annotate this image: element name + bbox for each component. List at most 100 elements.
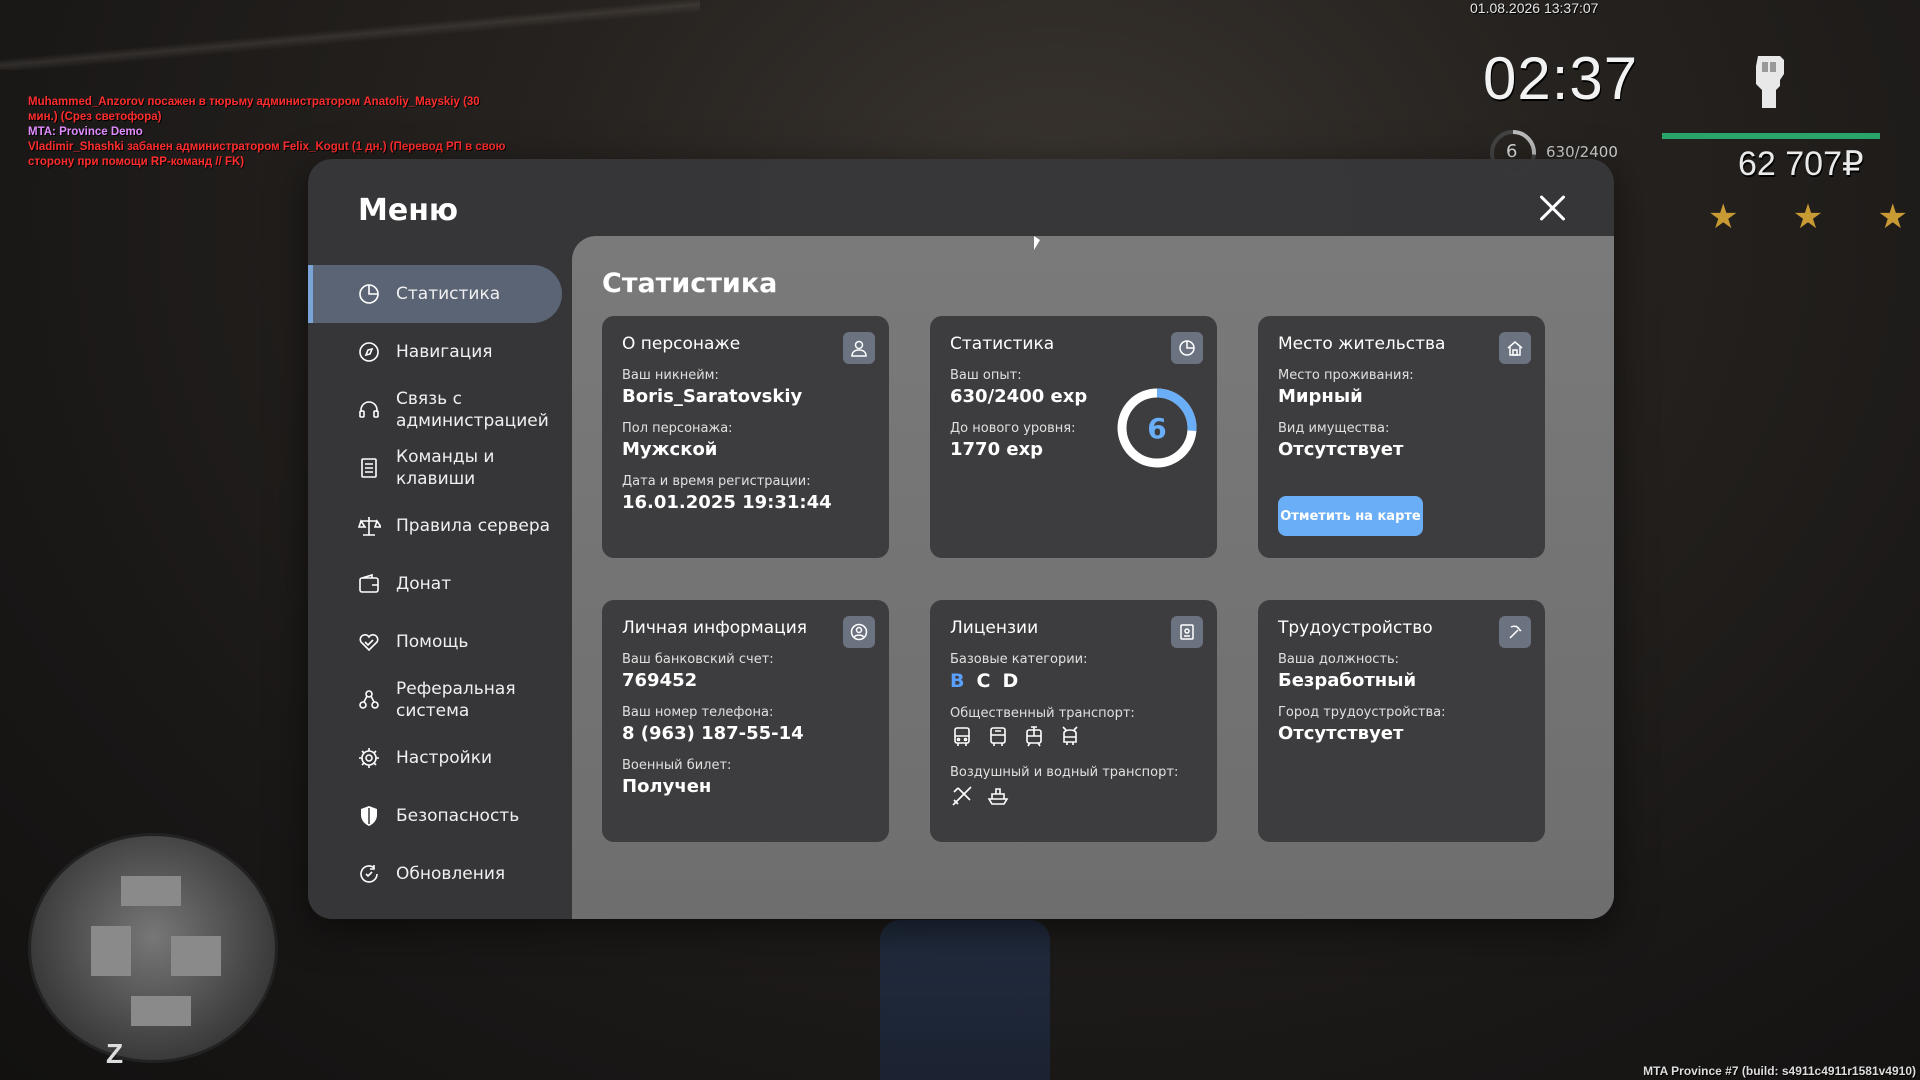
star-icon: ★ [1708,197,1739,237]
sidebar-item-contact-admin[interactable]: Связь с администрацией [308,381,568,439]
sidebar-item-commands[interactable]: Команды и клавиши [308,439,568,497]
sidebar-item-label: Навигация [396,342,493,362]
card-licenses: Лицензии Базовые категории: B C D Общест… [930,600,1217,842]
list-icon [356,455,382,481]
compass-icon [356,339,382,365]
category-d: D [1002,670,1019,692]
city-value: Отсутствует [1278,723,1404,744]
chat-line: Muhammed_Anzorov посажен в тюрьму админи… [28,96,480,123]
card-title: О персонаже [622,334,741,354]
card-title: Лицензии [950,618,1039,638]
position-label: Ваша должность: [1278,652,1400,667]
menu-title: Меню [358,193,459,228]
star-icon: ★ [1792,197,1824,237]
sidebar-item-label: Правила сервера [396,516,551,536]
bank-value: 769452 [622,670,698,691]
property-label: Вид имущества: [1278,421,1390,436]
air-water-label: Воздушный и водный транспорт: [950,765,1179,780]
gender-label: Пол персонажа: [622,421,733,436]
nick-value: Boris_Saratovskiy [622,386,803,407]
shield-icon [356,803,382,829]
sidebar-item-label: Безопасность [396,806,520,826]
category-b: B [950,670,965,692]
sidebar-item-label: Связь с администрацией [396,389,549,431]
wanted-stars: ★ ★ ★ [1708,200,1908,234]
card-personal: Личная информация Ваш банковский счет: 7… [602,600,889,842]
chat-line: MTA: Province Demo [28,126,143,138]
sidebar-item-stats[interactable]: Статистика [308,265,562,323]
sidebar-item-rules[interactable]: Правила сервера [308,497,568,555]
sidebar-item-referral[interactable]: Реферальная система [308,671,568,729]
reg-label: Дата и время регистрации: [622,474,811,489]
exp-label: Ваш опыт: [950,368,1022,383]
level-value: 6 [1147,411,1167,445]
sidebar-item-security[interactable]: Безопасность [308,787,568,845]
base-categories-label: Базовые категории: [950,652,1088,667]
hud-clock: 02:37 [1483,45,1639,112]
radar-letter: Z [106,1038,124,1069]
category-c: C [976,670,991,692]
bank-label: Ваш банковский счет: [622,652,774,667]
public-transport-label: Общественный транспорт: [950,706,1135,721]
trolleybus-icon [1062,726,1078,745]
stats-icon [356,281,382,307]
card-title: Трудоустройство [1278,618,1433,638]
property-value: Отсутствует [1278,439,1404,460]
reg-value: 16.01.2025 19:31:44 [622,492,832,513]
build-info: MTA Province #7 (build: s4911c4911r1581v… [1643,1064,1916,1078]
phone-label: Ваш номер телефона: [622,705,774,720]
id-card-icon [1171,616,1203,648]
user-icon [843,332,875,364]
sidebar-item-label: Обновления [396,864,506,884]
nick-label: Ваш никнейм: [622,368,719,383]
mark-on-map-button[interactable]: Отметить на карте [1278,496,1423,536]
card-title: Личная информация [622,618,808,638]
pickaxe-icon [1499,616,1531,648]
boat-icon [987,788,1009,805]
minimap [28,833,278,1063]
road-background [0,0,700,70]
sidebar-item-label: Донат [396,574,452,594]
heart-hands-icon [356,629,382,655]
sidebar-item-help[interactable]: Помощь [308,613,568,671]
sidebar-item-label: Реферальная система [396,679,516,721]
license-categories: B C D [950,670,1197,692]
headset-icon [356,397,382,423]
card-employment: Трудоустройство Ваша должность: Безработ… [1258,600,1545,842]
sidebar-item-label: Статистика [396,284,501,304]
fist-icon [1756,56,1784,108]
refresh-icon [356,861,382,887]
sidebar-item-label: Команды и клавиши [396,447,495,489]
sidebar-item-label: Помощь [396,632,469,652]
clock-icon [1171,332,1203,364]
sidebar-item-donate[interactable]: Донат [308,555,568,613]
mouse-cursor [1034,236,1040,250]
health-bar [1662,133,1880,139]
referral-icon [356,687,382,713]
place-label: Место проживания: [1278,368,1414,383]
sidebar-item-settings[interactable]: Настройки [308,729,568,787]
user-circle-icon [843,616,875,648]
sidebar-item-navigation[interactable]: Навигация [308,323,568,381]
close-icon[interactable] [1536,191,1570,225]
card-residence: Место жительства Место проживания: Мирны… [1258,316,1545,558]
sidebar-item-label: Настройки [396,748,493,768]
sidebar-item-updates[interactable]: Обновления [308,845,568,903]
plane-icon [952,786,972,806]
air-water-icons [950,784,1197,808]
content-panel: Статистика О персонаже Ваш никнейм: Bori… [572,236,1614,919]
sidebar: Статистика Навигация Связь с администрац… [308,265,568,903]
wallet-icon [356,571,382,597]
military-label: Военный билет: [622,758,732,773]
position-value: Безработный [1278,670,1417,691]
city-label: Город трудоустройства: [1278,705,1446,720]
tram-icon [1026,726,1042,747]
hud-money: 62 707₽ [1738,145,1864,183]
page-title: Статистика [602,268,778,299]
bus-icon [954,727,970,746]
gear-icon [356,745,382,771]
card-title: Место жительства [1278,334,1446,354]
player-character [880,920,1050,1080]
menu-window: Меню Статистика Навигация Связь с админи… [308,159,1614,919]
hud-datetime: 01.08.2026 13:37:07 [1470,0,1599,16]
